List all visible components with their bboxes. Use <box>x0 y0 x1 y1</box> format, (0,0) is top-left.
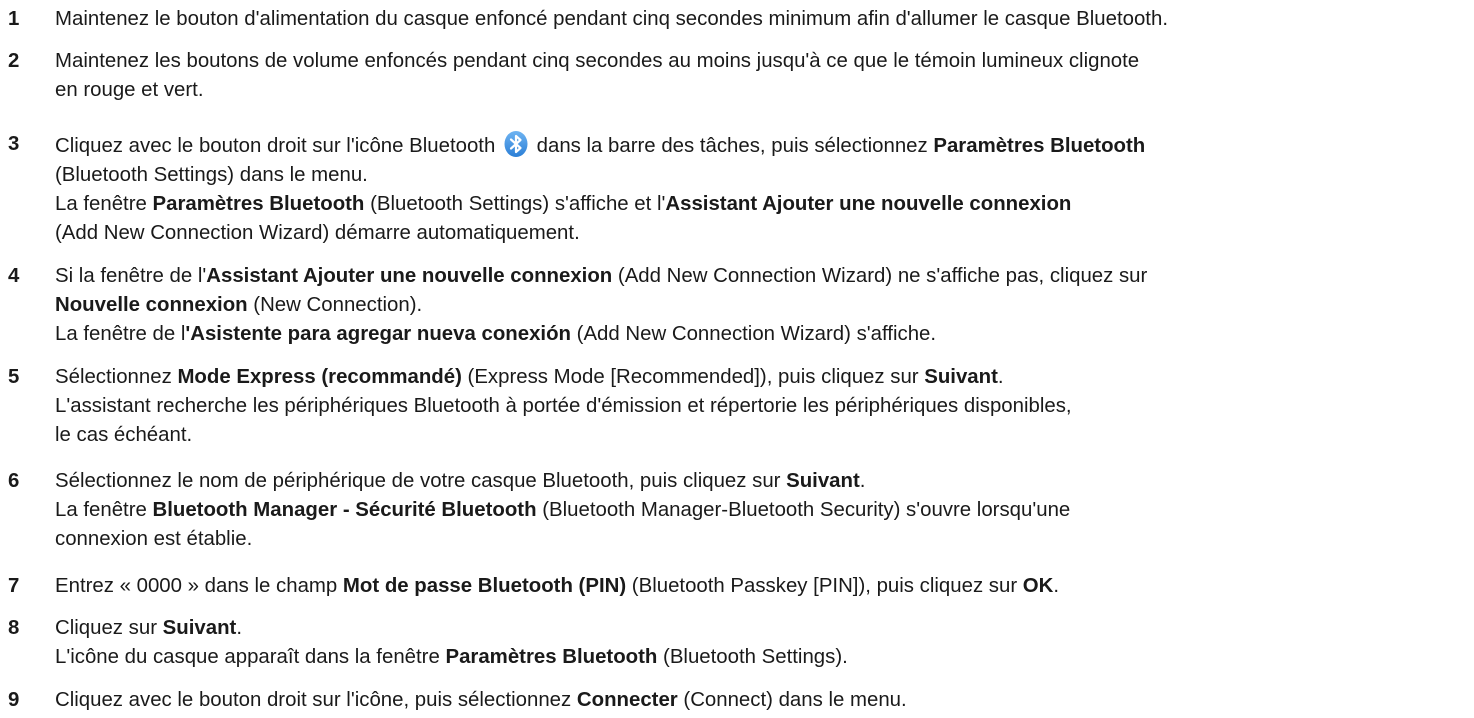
text-run: (Bluetooth Settings). <box>657 646 848 668</box>
bold-term: Suivant <box>162 617 237 639</box>
bold-term: Paramètres Bluetooth <box>445 646 658 668</box>
text-run: connexion est établie. <box>55 528 253 550</box>
bold-term: Mode Express (recommandé) <box>177 366 462 388</box>
text-run: La fenêtre de l <box>55 323 186 345</box>
text-line: Maintenez les boutons de volume enfoncés… <box>55 47 1468 76</box>
text-line: L'icône du casque apparaît dans la fenêt… <box>55 643 1468 672</box>
text-line: La fenêtre Paramètres Bluetooth (Bluetoo… <box>55 190 1468 219</box>
text-run: . <box>236 617 242 639</box>
step-text: Sélectionnez Mode Express (recommandé) (… <box>55 363 1468 450</box>
text-run: . <box>1053 575 1060 597</box>
step-number: 7 <box>8 575 20 597</box>
step-text: Cliquez avec le bouton droit sur l'icône… <box>55 686 1468 715</box>
text-run: (Add New Connection Wizard) ne s'affiche… <box>612 265 1148 287</box>
text-line: La fenêtre de l'Asistente para agregar n… <box>55 320 1468 349</box>
text-run: Cliquez avec le bouton droit sur l'icône… <box>55 689 577 711</box>
bold-term: Paramètres Bluetooth <box>152 193 365 215</box>
text-line: Cliquez avec le bouton droit sur l'icône… <box>55 686 1468 715</box>
text-run: (Express Mode [Recommended]), puis cliqu… <box>461 366 925 388</box>
text-run: Cliquez avec le bouton droit sur l'icône… <box>55 135 501 157</box>
step-text: Maintenez les boutons de volume enfoncés… <box>55 47 1468 105</box>
text-run: (Bluetooth Settings) s'affiche et l' <box>364 193 666 215</box>
bold-term: Mot de passe Bluetooth (PIN) <box>342 575 627 597</box>
text-run: . <box>997 366 1004 388</box>
text-line: connexion est établie. <box>55 525 1468 554</box>
text-run: Si la fenêtre de l' <box>55 265 207 287</box>
step-number: 9 <box>8 689 20 711</box>
text-run: Cliquez sur <box>55 617 163 639</box>
step-text: Sélectionnez le nom de périphérique de v… <box>55 467 1468 554</box>
instruction-list: 1 Maintenez le bouton d'alimentation du … <box>0 0 1474 718</box>
text-run: dans la barre des tâches, puis sélection… <box>530 135 934 157</box>
step-number: 6 <box>8 470 20 492</box>
step-number: 3 <box>8 133 20 155</box>
text-line: (Add New Connection Wizard) démarre auto… <box>55 219 1468 248</box>
step-text: Maintenez le bouton d'alimentation du ca… <box>55 5 1468 34</box>
text-run: La fenêtre <box>55 499 153 521</box>
text-run: (Bluetooth Settings) dans le menu. <box>55 164 368 186</box>
text-line: Cliquez sur Suivant. <box>55 614 1468 643</box>
step-number: 4 <box>8 265 20 287</box>
bold-term: Assistant Ajouter une nouvelle connexion <box>206 265 613 287</box>
text-line: Cliquez avec le bouton droit sur l'icône… <box>55 130 1468 161</box>
text-line: Nouvelle connexion (New Connection). <box>55 291 1468 320</box>
text-run: (Connect) dans le menu. <box>677 689 907 711</box>
text-line: Sélectionnez Mode Express (recommandé) (… <box>55 363 1468 392</box>
bold-term: Assistant Ajouter une nouvelle connexion <box>665 193 1072 215</box>
bold-term: Nouvelle connexion <box>55 294 248 316</box>
bold-term: Suivant <box>924 366 998 388</box>
step-number: 8 <box>8 617 20 639</box>
text-run: (Add New Connection Wizard) s'affiche. <box>571 323 937 345</box>
step-number: 1 <box>8 8 20 30</box>
bold-term: Paramètres Bluetooth <box>933 135 1146 157</box>
text-run: . <box>859 470 866 492</box>
step-text: Cliquez sur Suivant. L'icône du casque ap… <box>55 614 1468 672</box>
step-text: Cliquez avec le bouton droit sur l'icône… <box>55 130 1468 248</box>
text-run: L'icône du casque apparaît dans la fenêt… <box>55 646 446 668</box>
text-run: (New Connection). <box>247 294 423 316</box>
text-run: le cas échéant. <box>55 424 193 446</box>
text-line: L'assistant recherche les périphériques … <box>55 392 1468 421</box>
bold-term: OK <box>1022 575 1054 597</box>
bluetooth-icon <box>503 130 529 158</box>
step-number: 5 <box>8 366 20 388</box>
step-text: Si la fenêtre de l'Assistant Ajouter une… <box>55 262 1468 349</box>
bold-term: Connecter <box>576 689 678 711</box>
text-run: Sélectionnez <box>55 366 178 388</box>
text-line: Maintenez le bouton d'alimentation du ca… <box>55 5 1468 34</box>
text-run: La fenêtre <box>55 193 153 215</box>
text-run: Maintenez le bouton d'alimentation du ca… <box>55 8 1168 30</box>
bold-term: Suivant <box>786 470 860 492</box>
text-line: La fenêtre Bluetooth Manager - Sécurité … <box>55 496 1468 525</box>
text-line: Si la fenêtre de l'Assistant Ajouter une… <box>55 262 1468 291</box>
text-run: (Bluetooth Passkey [PIN]), puis cliquez … <box>626 575 1023 597</box>
text-run: (Add New Connection Wizard) démarre auto… <box>55 222 580 244</box>
text-run: L'assistant recherche les périphériques … <box>55 395 1072 417</box>
text-line: le cas échéant. <box>55 421 1468 450</box>
step-number: 2 <box>8 50 20 72</box>
text-line: Sélectionnez le nom de périphérique de v… <box>55 467 1468 496</box>
step-text: Entrez « 0000 » dans le champ Mot de pas… <box>55 572 1468 601</box>
text-run: Maintenez les boutons de volume enfoncés… <box>55 50 1140 72</box>
bold-term: 'Asistente para agregar nueva conexión <box>185 323 571 345</box>
text-line: en rouge et vert. <box>55 76 1468 105</box>
text-line: (Bluetooth Settings) dans le menu. <box>55 161 1468 190</box>
text-run: Entrez « 0000 » dans le champ <box>55 575 343 597</box>
bold-term: Bluetooth Manager - Sécurité Bluetooth <box>152 499 537 521</box>
text-line: Entrez « 0000 » dans le champ Mot de pas… <box>55 572 1468 601</box>
text-run: (Bluetooth Manager-Bluetooth Security) s… <box>536 499 1071 521</box>
text-run: Sélectionnez le nom de périphérique de v… <box>55 470 787 492</box>
text-run: en rouge et vert. <box>55 79 204 101</box>
